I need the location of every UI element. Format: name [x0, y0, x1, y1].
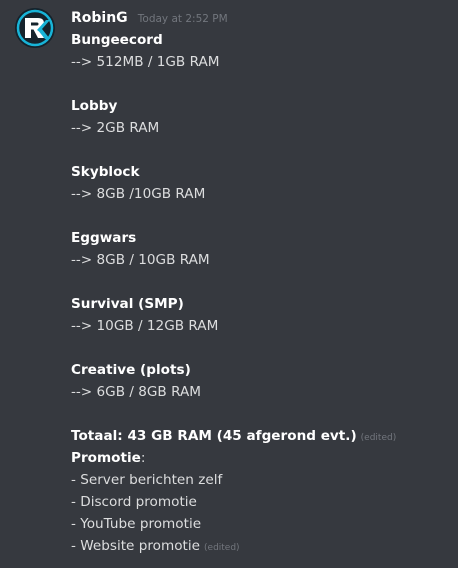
- section-title-eggwars: Eggwars: [71, 230, 137, 246]
- section-detail-eggwars: --> 8GB / 10GB RAM: [71, 252, 210, 268]
- section-detail-bungeecord: --> 512MB / 1GB RAM: [71, 54, 220, 70]
- rk-logo-icon: [15, 8, 55, 48]
- section-detail-creative: --> 6GB / 8GB RAM: [71, 384, 202, 400]
- promotie-heading: Promotie:: [71, 447, 451, 469]
- promotie-item: - YouTube promotie: [71, 516, 202, 532]
- promotie-item-last: - Website promotie (edited): [71, 535, 451, 557]
- promotie-item: - Server berichten zelf: [71, 472, 223, 488]
- message-content: Bungeecord --> 512MB / 1GB RAM Lobby -->…: [71, 29, 451, 557]
- section-title-creative: Creative (plots): [71, 362, 191, 378]
- section-detail-skyblock: --> 8GB /10GB RAM: [71, 186, 206, 202]
- edited-indicator: (edited): [360, 433, 397, 443]
- section-detail-lobby: --> 2GB RAM: [71, 120, 160, 136]
- chat-message: RobinG Today at 2:52 PM Bungeecord --> 5…: [0, 0, 458, 568]
- total-text: Totaal: 43 GB RAM (45 afgerond evt.): [71, 428, 357, 444]
- username[interactable]: RobinG: [71, 10, 128, 26]
- timestamp: Today at 2:52 PM: [137, 13, 228, 25]
- promotie-item: - Discord promotie: [71, 494, 197, 510]
- section-detail-survival: --> 10GB / 12GB RAM: [71, 318, 219, 334]
- user-avatar[interactable]: [15, 8, 55, 48]
- section-title-lobby: Lobby: [71, 98, 118, 114]
- promotie-colon: :: [140, 450, 146, 466]
- edited-indicator: (edited): [204, 543, 240, 553]
- promotie-title: Promotie: [71, 450, 141, 466]
- message-header: RobinG Today at 2:52 PM: [71, 7, 228, 27]
- section-title-skyblock: Skyblock: [71, 164, 140, 180]
- total-line: Totaal: 43 GB RAM (45 afgerond evt.) (edi…: [71, 425, 451, 447]
- section-title-bungeecord: Bungeecord: [71, 32, 163, 48]
- promotie-item: - Website promotie: [71, 538, 201, 554]
- section-title-survival: Survival (SMP): [71, 296, 184, 312]
